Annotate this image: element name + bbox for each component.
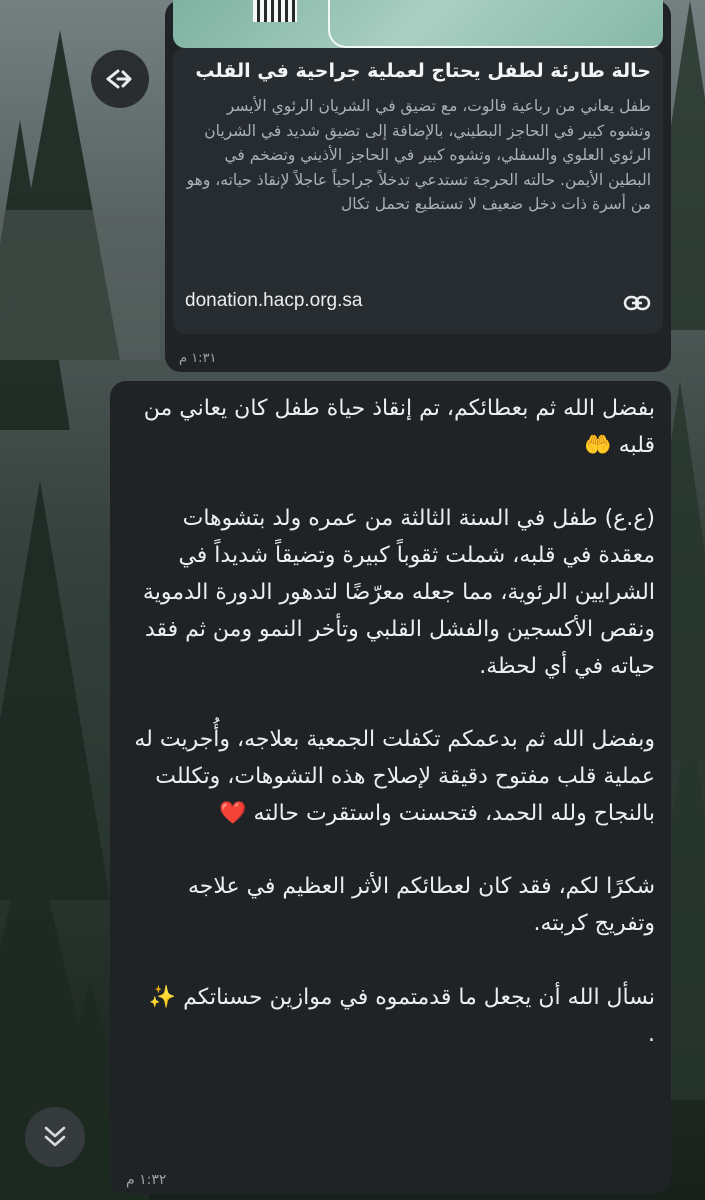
link-preview-card[interactable]: حالة طارئة لطفل يحتاج لعملية جراحية في ا… bbox=[173, 48, 663, 334]
link-preview-image[interactable] bbox=[173, 0, 663, 48]
text-message-bubble[interactable]: بفضل الله ثم بعطائكم، تم إنقاذ حياة طفل … bbox=[110, 381, 671, 1194]
qr-code-image bbox=[253, 0, 297, 22]
message-timestamp: ١:٣٢ م bbox=[126, 1172, 167, 1188]
link-icon bbox=[623, 295, 651, 311]
link-description: طفل يعاني من رباعية فالوت، مع تضيق في ال… bbox=[186, 97, 651, 214]
message-body: بفضل الله ثم بعطائكم، تم إنقاذ حياة طفل … bbox=[134, 396, 655, 1047]
double-chevron-down-icon bbox=[44, 1126, 66, 1147]
link-message-bubble[interactable]: حالة طارئة لطفل يحتاج لعملية جراحية في ا… bbox=[165, 0, 671, 372]
forward-arrow-icon bbox=[106, 69, 132, 89]
forward-button[interactable] bbox=[91, 50, 149, 108]
link-domain[interactable]: donation.hacp.org.sa bbox=[185, 290, 362, 312]
message-timestamp: ١:٣١ م bbox=[179, 351, 217, 366]
scroll-to-bottom-button[interactable] bbox=[25, 1107, 85, 1167]
link-title: حالة طارئة لطفل يحتاج لعملية جراحية في ا… bbox=[195, 60, 651, 82]
preview-frame bbox=[328, 0, 663, 48]
